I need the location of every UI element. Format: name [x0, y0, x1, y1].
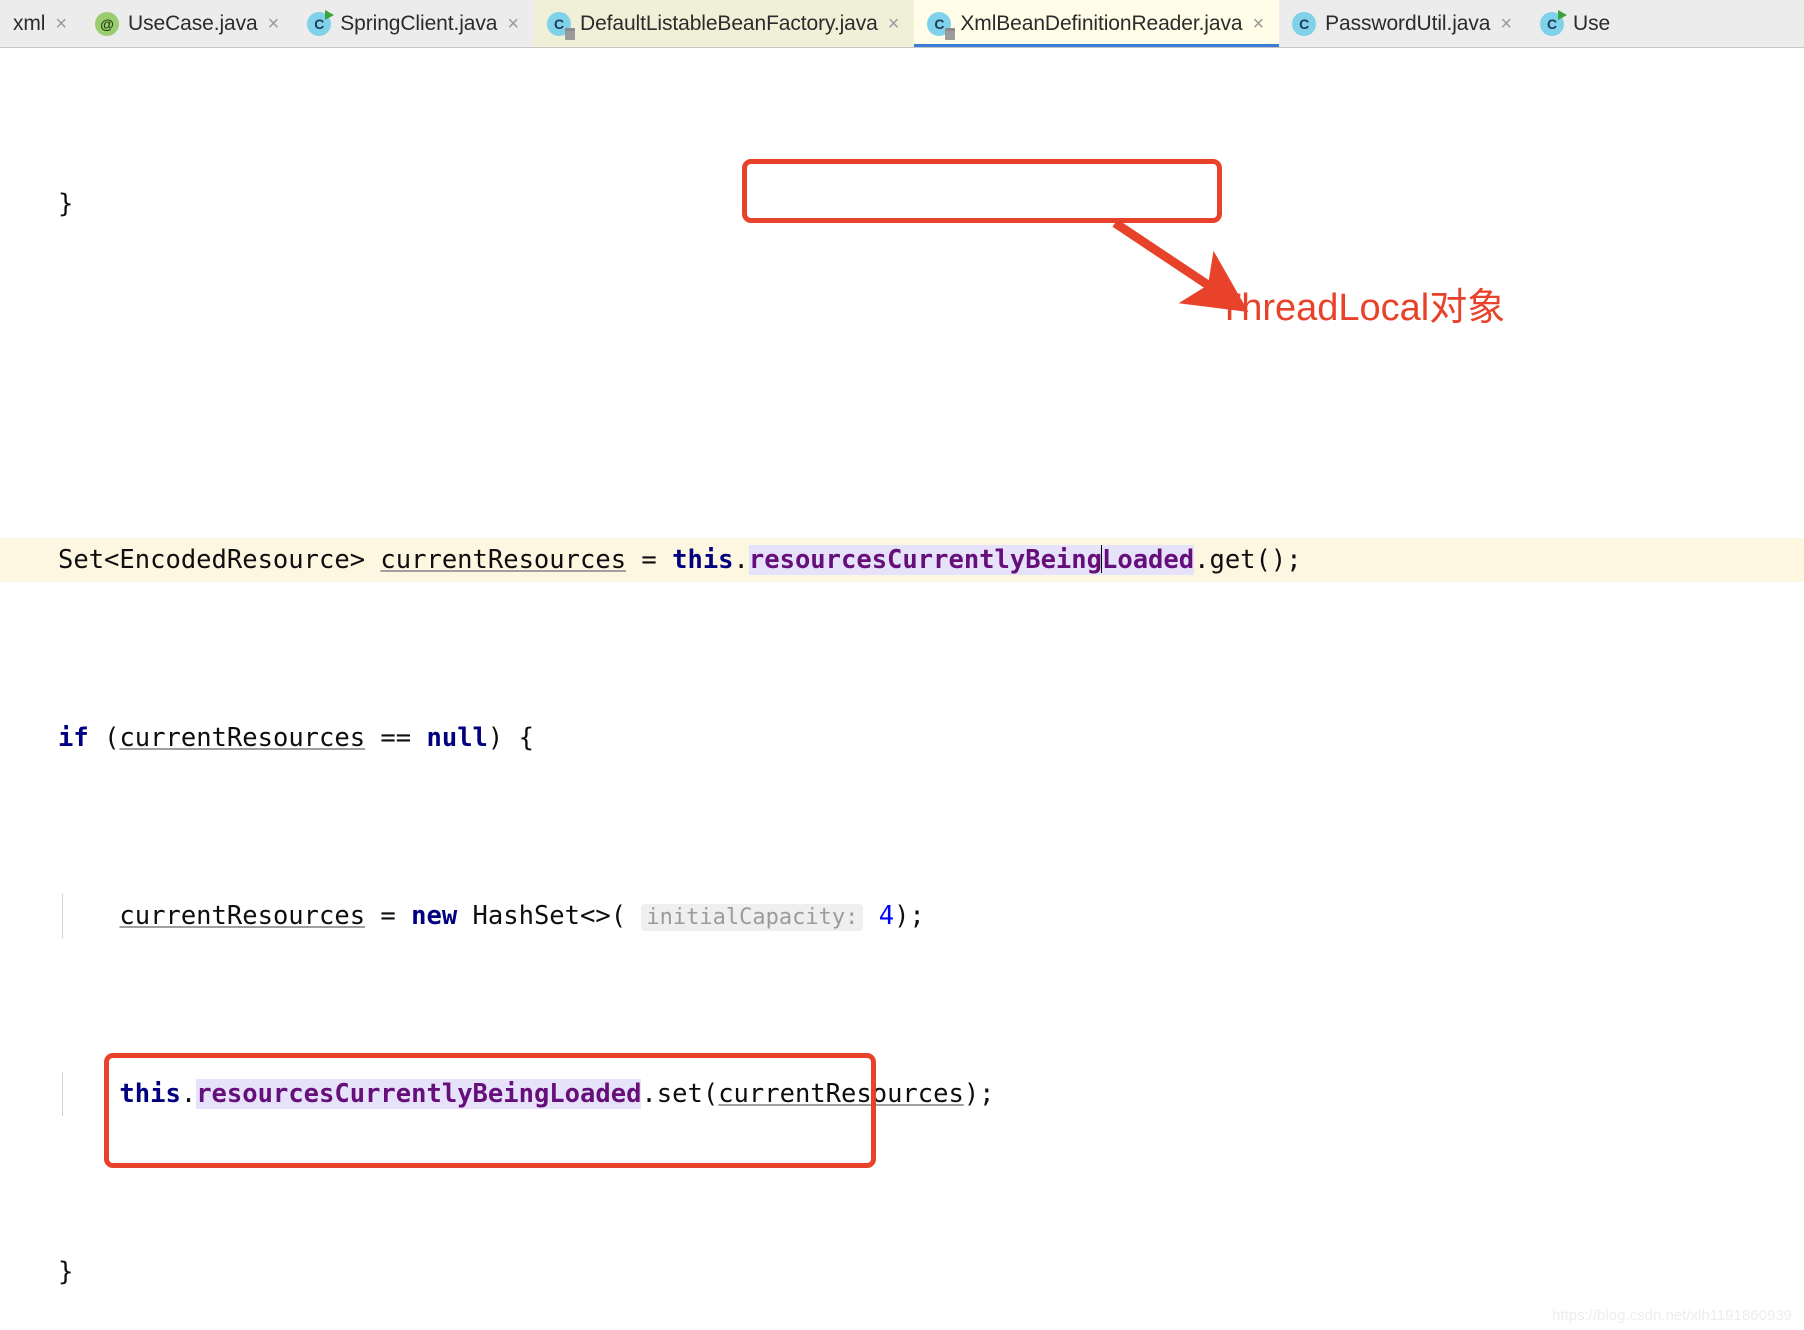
- parameter-hint: initialCapacity:: [641, 903, 864, 931]
- class-locked-icon: C: [547, 12, 576, 40]
- code-line[interactable]: this.resourcesCurrentlyBeingLoaded.set(c…: [0, 1071, 1804, 1116]
- close-icon[interactable]: ×: [1499, 14, 1513, 34]
- class-icon: C: [1292, 12, 1317, 36]
- editor-tab-bar[interactable]: xml × @ UseCase.java × C SpringClient.ja…: [0, 0, 1804, 48]
- tab-label: DefaultListableBeanFactory.java: [580, 12, 878, 35]
- close-icon[interactable]: ×: [887, 14, 901, 34]
- tab-springclient-java[interactable]: C SpringClient.java ×: [294, 0, 535, 47]
- annotation-class-icon: @: [95, 12, 120, 36]
- annotation-label-threadlocal: ThreadLocal对象: [1218, 287, 1506, 329]
- code-line[interactable]: }: [0, 182, 1804, 227]
- close-icon[interactable]: ×: [506, 14, 520, 34]
- source-code[interactable]: } Set<EncodedResource> currentResources …: [0, 48, 1804, 1330]
- code-line[interactable]: }: [0, 1250, 1804, 1295]
- tab-use-overflow[interactable]: C Use: [1527, 0, 1625, 47]
- tab-label: Use: [1573, 12, 1611, 35]
- runnable-class-icon: C: [307, 10, 335, 36]
- close-icon[interactable]: ×: [1251, 14, 1265, 34]
- tab-defaultlistablebeanfactory-java[interactable]: C DefaultListableBeanFactory.java ×: [534, 0, 915, 47]
- class-locked-icon: C: [927, 12, 956, 40]
- watermark-url: https://blog.csdn.net/xlh1191860939: [1552, 1307, 1792, 1324]
- tab-label: PasswordUtil.java: [1325, 12, 1491, 35]
- close-icon[interactable]: ×: [54, 14, 68, 34]
- tab-xmlbeandefinitionreader-java[interactable]: C XmlBeanDefinitionReader.java ×: [914, 0, 1280, 47]
- tab-passwordutil-java[interactable]: C PasswordUtil.java ×: [1279, 0, 1528, 47]
- code-line-caret[interactable]: Set<EncodedResource> currentResources = …: [0, 537, 1804, 582]
- code-line[interactable]: [0, 360, 1804, 405]
- tab-label: SpringClient.java: [340, 12, 498, 35]
- runnable-class-icon: C: [1540, 10, 1568, 36]
- tab-label: xml: [13, 12, 46, 35]
- tab-xml[interactable]: xml ×: [0, 0, 83, 47]
- code-line[interactable]: if (currentResources == null) {: [0, 716, 1804, 761]
- code-editor-area[interactable]: } Set<EncodedResource> currentResources …: [0, 48, 1804, 1330]
- close-icon[interactable]: ×: [267, 14, 281, 34]
- code-line[interactable]: currentResources = new HashSet<>( initia…: [0, 893, 1804, 938]
- tab-label: UseCase.java: [128, 12, 258, 35]
- tab-label: XmlBeanDefinitionReader.java: [960, 12, 1243, 35]
- tab-usecase-java[interactable]: @ UseCase.java ×: [82, 0, 295, 47]
